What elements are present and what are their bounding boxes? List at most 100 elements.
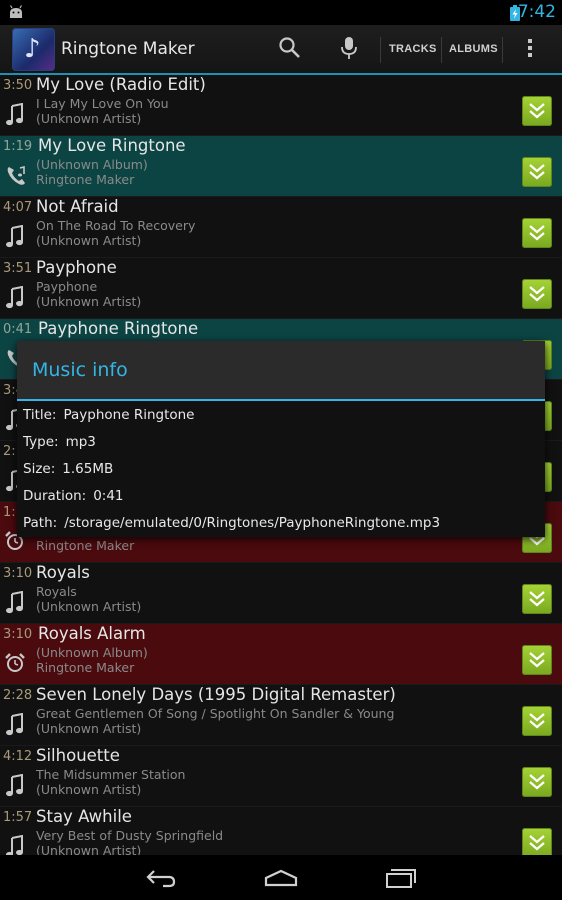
track-duration: 1:: [3, 505, 16, 520]
action-bar: ♪ Ringtone Maker TRACKS ALBUMS: [0, 25, 562, 75]
expand-options-button[interactable]: [522, 218, 552, 248]
music-note-icon: [5, 712, 25, 741]
track-artist: (Unknown Artist): [36, 233, 142, 248]
music-note-icon: [5, 102, 25, 131]
track-album: Great Gentlemen Of Song / Spotlight On S…: [36, 706, 395, 721]
recent-apps-icon[interactable]: [384, 867, 418, 893]
track-artist: (Unknown Artist): [36, 843, 142, 855]
microphone-icon[interactable]: [340, 36, 358, 64]
list-item[interactable]: 1:19 My Love Ringtone (Unknown Album) Ringt…: [0, 136, 562, 197]
overflow-menu-icon[interactable]: [526, 36, 534, 64]
search-icon[interactable]: [278, 36, 302, 64]
track-album: On The Road To Recovery: [36, 218, 196, 233]
list-item[interactable]: 3:10 Royals Alarm (Unknown Album) Ringtone …: [0, 624, 562, 685]
divider: [441, 37, 442, 63]
music-note-icon: [5, 773, 25, 802]
list-item[interactable]: 3:10 Royals Royals (Unknown Artist): [0, 563, 562, 624]
track-album: Very Best of Dusty Springfield: [36, 828, 224, 843]
track-artist: (Unknown Artist): [36, 721, 142, 736]
track-artist: (Unknown Artist): [36, 782, 142, 797]
list-item[interactable]: 3:50 My Love (Radio Edit) I Lay My Love On…: [0, 75, 562, 136]
track-duration: 1:19: [3, 139, 33, 154]
track-album: I Lay My Love On You: [36, 96, 169, 111]
info-type-row: Type: mp3: [23, 434, 96, 450]
track-duration: 3:50: [3, 78, 33, 93]
track-artist: Ringtone Maker: [36, 172, 135, 187]
track-duration: 3:10: [3, 566, 33, 581]
expand-options-button[interactable]: [522, 279, 552, 309]
info-value: 0:41: [93, 488, 124, 504]
track-artist: Ringtone Maker: [36, 538, 135, 553]
info-value: /storage/emulated/0/Ringtones/PayphoneRi…: [64, 515, 441, 531]
info-value: mp3: [65, 434, 96, 450]
home-icon[interactable]: [263, 867, 299, 893]
list-item[interactable]: 2:28 Seven Lonely Days (1995 Digital Rema…: [0, 685, 562, 746]
dialog-title: Music info: [32, 359, 128, 381]
list-item[interactable]: 4:07 Not Afraid On The Road To Recovery (Un…: [0, 197, 562, 258]
phone-ringtone-icon: [5, 164, 29, 192]
music-note-icon: [5, 590, 25, 619]
track-duration: 2:28: [3, 688, 33, 703]
info-size-row: Size: 1.65MB: [23, 461, 113, 477]
track-artist: Ringtone Maker: [36, 660, 135, 675]
music-info-dialog: Music info Title: Payphone Ringtone Type:…: [17, 341, 545, 537]
track-album: The Midsummer Station: [36, 767, 186, 782]
info-label: Path:: [23, 515, 58, 531]
info-duration-row: Duration: 0:41: [23, 488, 124, 504]
track-title: Not Afraid: [36, 197, 119, 216]
track-title: Royals Alarm: [38, 624, 146, 643]
expand-options-button[interactable]: [522, 828, 552, 855]
expand-options-button[interactable]: [522, 767, 552, 797]
music-note-icon: [5, 224, 25, 253]
expand-options-button[interactable]: [522, 96, 552, 126]
back-icon[interactable]: [145, 867, 177, 893]
track-title: Payphone Ringtone: [38, 319, 199, 338]
app-logo-icon[interactable]: ♪: [12, 28, 55, 71]
track-duration: 4:07: [3, 200, 33, 215]
list-item[interactable]: 1:57 Stay Awhile Very Best of Dusty Spring…: [0, 807, 562, 855]
status-bar: 7:42: [0, 0, 562, 25]
track-artist: (Unknown Artist): [36, 294, 142, 309]
info-label: Title:: [23, 407, 57, 423]
list-item[interactable]: 4:12 Silhouette The Midsummer Station (Unkn…: [0, 746, 562, 807]
albums-tab[interactable]: ALBUMS: [449, 43, 498, 55]
track-title: Stay Awhile: [36, 807, 132, 826]
track-album: (Unknown Album): [36, 645, 148, 660]
list-item[interactable]: 3:51 Payphone Payphone (Unknown Artist): [0, 258, 562, 319]
track-duration: 3:10: [3, 627, 33, 642]
info-label: Duration:: [23, 488, 87, 504]
status-time: 7:42: [517, 2, 556, 22]
info-label: Type:: [23, 434, 59, 450]
track-artist: (Unknown Artist): [36, 599, 142, 614]
track-duration: 4:12: [3, 749, 33, 764]
alarm-clock-icon: [5, 652, 25, 678]
track-album: (Unknown Album): [36, 157, 148, 172]
track-title: Royals: [36, 563, 90, 582]
info-value: 1.65MB: [62, 461, 114, 477]
expand-options-button[interactable]: [522, 706, 552, 736]
track-duration: 2:: [3, 444, 16, 459]
expand-options-button[interactable]: [522, 584, 552, 614]
track-duration: 1:57: [3, 810, 33, 825]
info-title-row: Title: Payphone Ringtone: [23, 407, 195, 423]
track-duration: 3:51: [3, 261, 33, 276]
track-album: Royals: [36, 584, 77, 599]
divider: [502, 37, 503, 63]
info-path-row: Path: /storage/emulated/0/Ringtones/Payph…: [23, 515, 440, 531]
track-title: My Love (Radio Edit): [36, 75, 206, 94]
navigation-bar: [0, 855, 562, 900]
music-note-icon: [5, 834, 25, 855]
expand-options-button[interactable]: [522, 157, 552, 187]
info-value: Payphone Ringtone: [63, 407, 195, 423]
track-artist: (Unknown Artist): [36, 111, 142, 126]
track-album: Payphone: [36, 279, 98, 294]
expand-options-button[interactable]: [522, 645, 552, 675]
dialog-content: Title: Payphone Ringtone Type: mp3 Size: 1.…: [17, 401, 545, 537]
divider: [380, 37, 381, 63]
track-title: Seven Lonely Days (1995 Digital Remaster…: [36, 685, 396, 704]
android-debug-icon: [8, 4, 24, 23]
track-title: Payphone: [36, 258, 117, 277]
tracks-tab[interactable]: TRACKS: [389, 43, 437, 55]
track-title: Silhouette: [36, 746, 120, 765]
app-title: Ringtone Maker: [61, 39, 195, 59]
